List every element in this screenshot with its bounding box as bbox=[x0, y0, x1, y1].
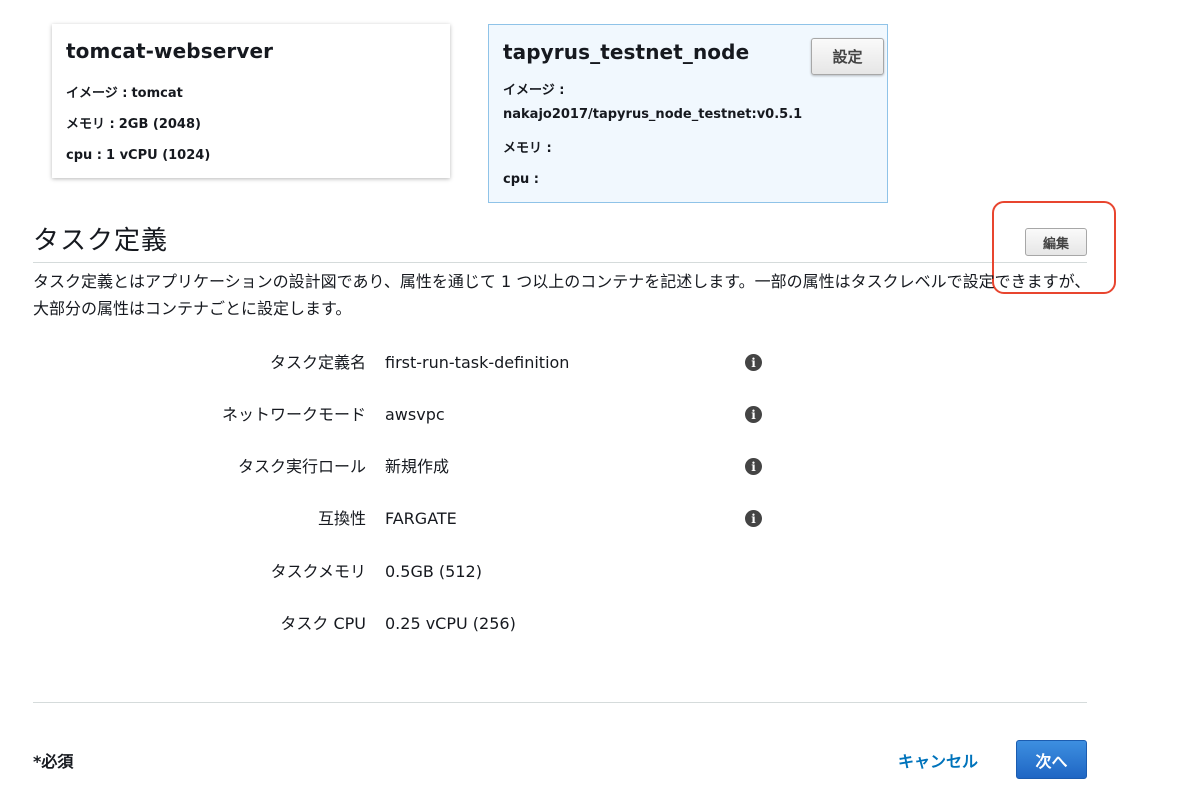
detail-row-task-execution-role: タスク実行ロール 新規作成 i bbox=[0, 452, 800, 482]
detail-label: タスク定義名 bbox=[269, 353, 366, 372]
container-image: イメージ : tomcat bbox=[66, 78, 436, 109]
detail-value: awsvpc bbox=[385, 405, 445, 424]
info-icon[interactable]: i bbox=[745, 510, 762, 527]
memory-value: 2GB (2048) bbox=[118, 117, 201, 132]
image-label: イメージ : bbox=[66, 86, 128, 101]
detail-row-task-definition-name: タスク定義名 first-run-task-definition i bbox=[0, 348, 800, 378]
info-icon[interactable]: i bbox=[745, 406, 762, 423]
container-card-tomcat-webserver[interactable]: tomcat-webserver イメージ : tomcat メモリ :2GB (… bbox=[52, 24, 450, 178]
section-description: タスク定義とはアプリケーションの設計図であり、属性を通じて 1 つ以上のコンテナ… bbox=[33, 272, 1091, 318]
cancel-link[interactable]: キャンセル bbox=[898, 748, 978, 772]
info-icon[interactable]: i bbox=[745, 354, 762, 371]
footer-divider bbox=[33, 702, 1087, 703]
detail-row-compatibility: 互換性 FARGATE i bbox=[0, 504, 800, 534]
configure-button[interactable]: 設定 bbox=[811, 38, 884, 75]
detail-value: 0.25 vCPU (256) bbox=[385, 614, 516, 633]
cpu-label: cpu : bbox=[66, 148, 102, 163]
section-title: タスク定義 bbox=[33, 226, 169, 256]
detail-row-task-cpu: タスク CPU 0.25 vCPU (256) bbox=[0, 609, 800, 639]
detail-label: タスク CPU bbox=[280, 614, 366, 633]
info-icon[interactable]: i bbox=[745, 458, 762, 475]
container-image-value: nakajo2017/tapyrus_node_testnet:v0.5.1 bbox=[503, 107, 803, 122]
container-image-label: イメージ : bbox=[503, 83, 565, 98]
detail-value: 新規作成 bbox=[385, 457, 450, 476]
detail-label: タスク実行ロール bbox=[237, 457, 366, 476]
detail-value: first-run-task-definition bbox=[385, 353, 570, 372]
container-memory-label: メモリ : bbox=[503, 141, 552, 156]
image-value: tomcat bbox=[131, 86, 183, 101]
container-name: tomcat-webserver bbox=[66, 39, 274, 63]
container-cpu-label: cpu : bbox=[503, 172, 539, 187]
required-note: *必須 bbox=[33, 752, 74, 771]
detail-label: タスクメモリ bbox=[270, 562, 366, 581]
detail-value: FARGATE bbox=[385, 509, 457, 528]
page: tomcat-webserver イメージ : tomcat メモリ :2GB (… bbox=[0, 0, 1200, 804]
detail-label: ネットワークモード bbox=[221, 405, 366, 424]
cpu-value: 1 vCPU (1024) bbox=[106, 148, 211, 163]
memory-label: メモリ : bbox=[66, 117, 115, 132]
detail-label: 互換性 bbox=[317, 509, 366, 528]
next-button[interactable]: 次へ bbox=[1016, 740, 1087, 779]
section-divider bbox=[33, 262, 1087, 263]
container-cpu: cpu : 1 vCPU (1024) bbox=[66, 140, 436, 171]
container-memory: メモリ :2GB (2048) bbox=[66, 109, 436, 140]
detail-row-task-memory: タスクメモリ 0.5GB (512) bbox=[0, 557, 800, 587]
detail-value: 0.5GB (512) bbox=[385, 562, 482, 581]
detail-row-network-mode: ネットワークモード awsvpc i bbox=[0, 400, 800, 430]
